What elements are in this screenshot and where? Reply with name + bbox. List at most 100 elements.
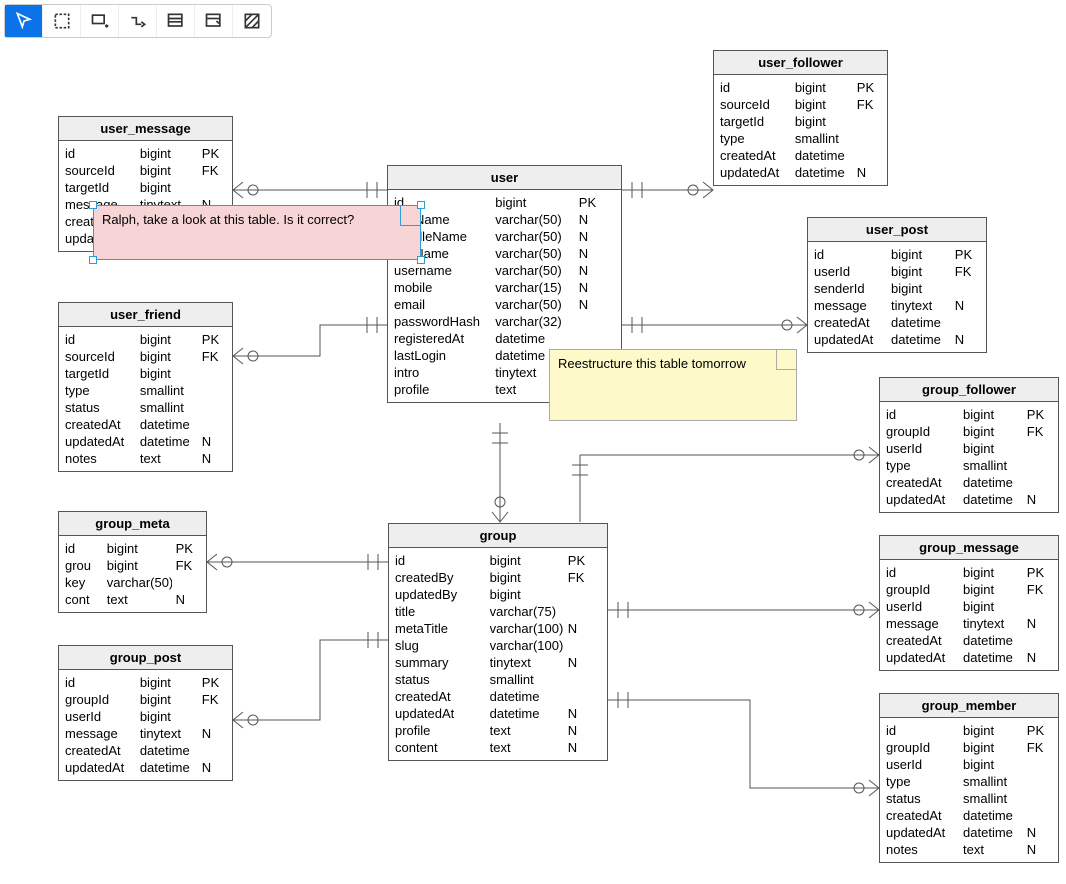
- selection-handle[interactable]: [417, 201, 425, 209]
- col-key: N: [568, 620, 609, 637]
- col-name: updatedBy: [395, 586, 486, 603]
- column-row: idbigintPK: [65, 145, 226, 162]
- column-row: notestextN: [65, 450, 226, 467]
- col-name: groupId: [886, 423, 959, 440]
- note-yellow[interactable]: Reestructure this table tomorrow: [549, 349, 797, 421]
- column-row: lastNamevarchar(50)N: [394, 245, 615, 262]
- col-type: bigint: [490, 586, 564, 603]
- tool-cursor[interactable]: [5, 5, 43, 37]
- entity-group-meta[interactable]: group_meta idbigintPKgroubigintFKkeyvarc…: [58, 511, 207, 613]
- column-row: statussmallint: [395, 671, 601, 688]
- column-row: userIdbigint: [886, 440, 1052, 457]
- entity-group-message[interactable]: group_message idbigintPKgroupIdbigintFKu…: [879, 535, 1059, 671]
- entity-group[interactable]: group idbigintPKcreatedBybigintFKupdated…: [388, 523, 608, 761]
- col-name: title: [395, 603, 486, 620]
- column-row: idbigintPK: [886, 722, 1052, 739]
- col-type: bigint: [963, 423, 1023, 440]
- col-name: userId: [814, 263, 887, 280]
- col-key: FK: [202, 162, 234, 179]
- column-row: updatedAtdatetimeN: [814, 331, 980, 348]
- entity-group-member[interactable]: group_member idbigintPKgroupIdbigintFKus…: [879, 693, 1059, 863]
- selection-handle[interactable]: [89, 256, 97, 264]
- col-type: datetime: [140, 416, 198, 433]
- column-row: idbigintPK: [814, 246, 980, 263]
- col-name: id: [886, 406, 959, 423]
- col-type: bigint: [891, 280, 951, 297]
- tool-note[interactable]: [195, 5, 233, 37]
- column-row: createdAtdatetime: [886, 807, 1052, 824]
- entity-user-follower[interactable]: user_follower idbigintPKsourceIdbigintFK…: [713, 50, 888, 186]
- col-type: datetime: [963, 474, 1023, 491]
- tool-connector[interactable]: [119, 5, 157, 37]
- entity-user-post[interactable]: user_post idbigintPKuserIdbigintFKsender…: [807, 217, 987, 353]
- note-pink[interactable]: Ralph, take a look at this table. Is it …: [93, 205, 421, 260]
- col-type: bigint: [495, 194, 575, 211]
- selection-handle[interactable]: [89, 201, 97, 209]
- col-key: [202, 416, 234, 433]
- column-row: sourceIdbigintFK: [65, 348, 226, 365]
- col-key: N: [202, 725, 234, 742]
- column-row: sourceIdbigintFK: [65, 162, 226, 179]
- column-row: groubigintFK: [65, 557, 200, 574]
- entity-group-follower[interactable]: group_follower idbigintPKgroupIdbigintFK…: [879, 377, 1059, 513]
- col-name: createdAt: [65, 416, 136, 433]
- column-row: registeredAtdatetime: [394, 330, 615, 347]
- column-row: idbigintPK: [394, 194, 615, 211]
- col-key: PK: [202, 674, 234, 691]
- column-row: createdAtdatetime: [886, 474, 1052, 491]
- col-name: userId: [886, 756, 959, 773]
- entity-group-post[interactable]: group_post idbigintPKgroupIdbigintFKuser…: [58, 645, 233, 781]
- col-name: notes: [65, 450, 136, 467]
- column-row: groupIdbigintFK: [65, 691, 226, 708]
- col-name: slug: [395, 637, 486, 654]
- column-row: idbigintPK: [886, 564, 1052, 581]
- col-key: N: [202, 450, 234, 467]
- tool-add-row[interactable]: [81, 5, 119, 37]
- col-key: [1027, 773, 1060, 790]
- column-row: userIdbigint: [65, 708, 226, 725]
- col-key: N: [568, 654, 609, 671]
- column-row: updatedAtdatetimeN: [720, 164, 881, 181]
- col-key: [1027, 440, 1060, 457]
- col-type: varchar(50): [495, 228, 575, 245]
- column-row: createdAtdatetime: [886, 632, 1052, 649]
- col-type: varchar(50): [495, 262, 575, 279]
- column-row: updatedAtdatetimeN: [886, 491, 1052, 508]
- entity-user-friend[interactable]: user_friend idbigintPKsourceIdbigintFKta…: [58, 302, 233, 472]
- column-row: groupIdbigintFK: [886, 581, 1052, 598]
- note-fold-icon: [776, 350, 796, 370]
- col-key: [202, 742, 234, 759]
- col-key: N: [202, 759, 234, 776]
- col-name: sourceId: [720, 96, 791, 113]
- column-row: createdBybigintFK: [395, 569, 601, 586]
- col-name: lastLogin: [394, 347, 491, 364]
- column-row: idbigintPK: [395, 552, 601, 569]
- selection-handle[interactable]: [417, 256, 425, 264]
- col-type: text: [490, 722, 564, 739]
- col-name: updatedAt: [65, 759, 136, 776]
- col-name: cont: [65, 591, 103, 608]
- col-key: N: [579, 211, 623, 228]
- col-type: bigint: [107, 557, 172, 574]
- col-type: smallint: [963, 790, 1023, 807]
- col-key: PK: [1027, 564, 1060, 581]
- column-row: statussmallint: [886, 790, 1052, 807]
- col-name: targetId: [65, 179, 136, 196]
- col-key: FK: [955, 263, 988, 280]
- col-type: bigint: [891, 263, 951, 280]
- column-row: titlevarchar(75): [395, 603, 601, 620]
- col-key: [955, 314, 988, 331]
- col-key: N: [568, 705, 609, 722]
- col-key: [579, 330, 623, 347]
- tool-table[interactable]: [157, 5, 195, 37]
- col-type: bigint: [963, 756, 1023, 773]
- col-type: bigint: [795, 113, 853, 130]
- tool-marquee[interactable]: [43, 5, 81, 37]
- col-name: senderId: [814, 280, 887, 297]
- col-key: [568, 671, 609, 688]
- col-name: intro: [394, 364, 491, 381]
- col-type: bigint: [963, 564, 1023, 581]
- tool-hatch[interactable]: [233, 5, 271, 37]
- col-key: [202, 179, 234, 196]
- column-row: updatedBybigint: [395, 586, 601, 603]
